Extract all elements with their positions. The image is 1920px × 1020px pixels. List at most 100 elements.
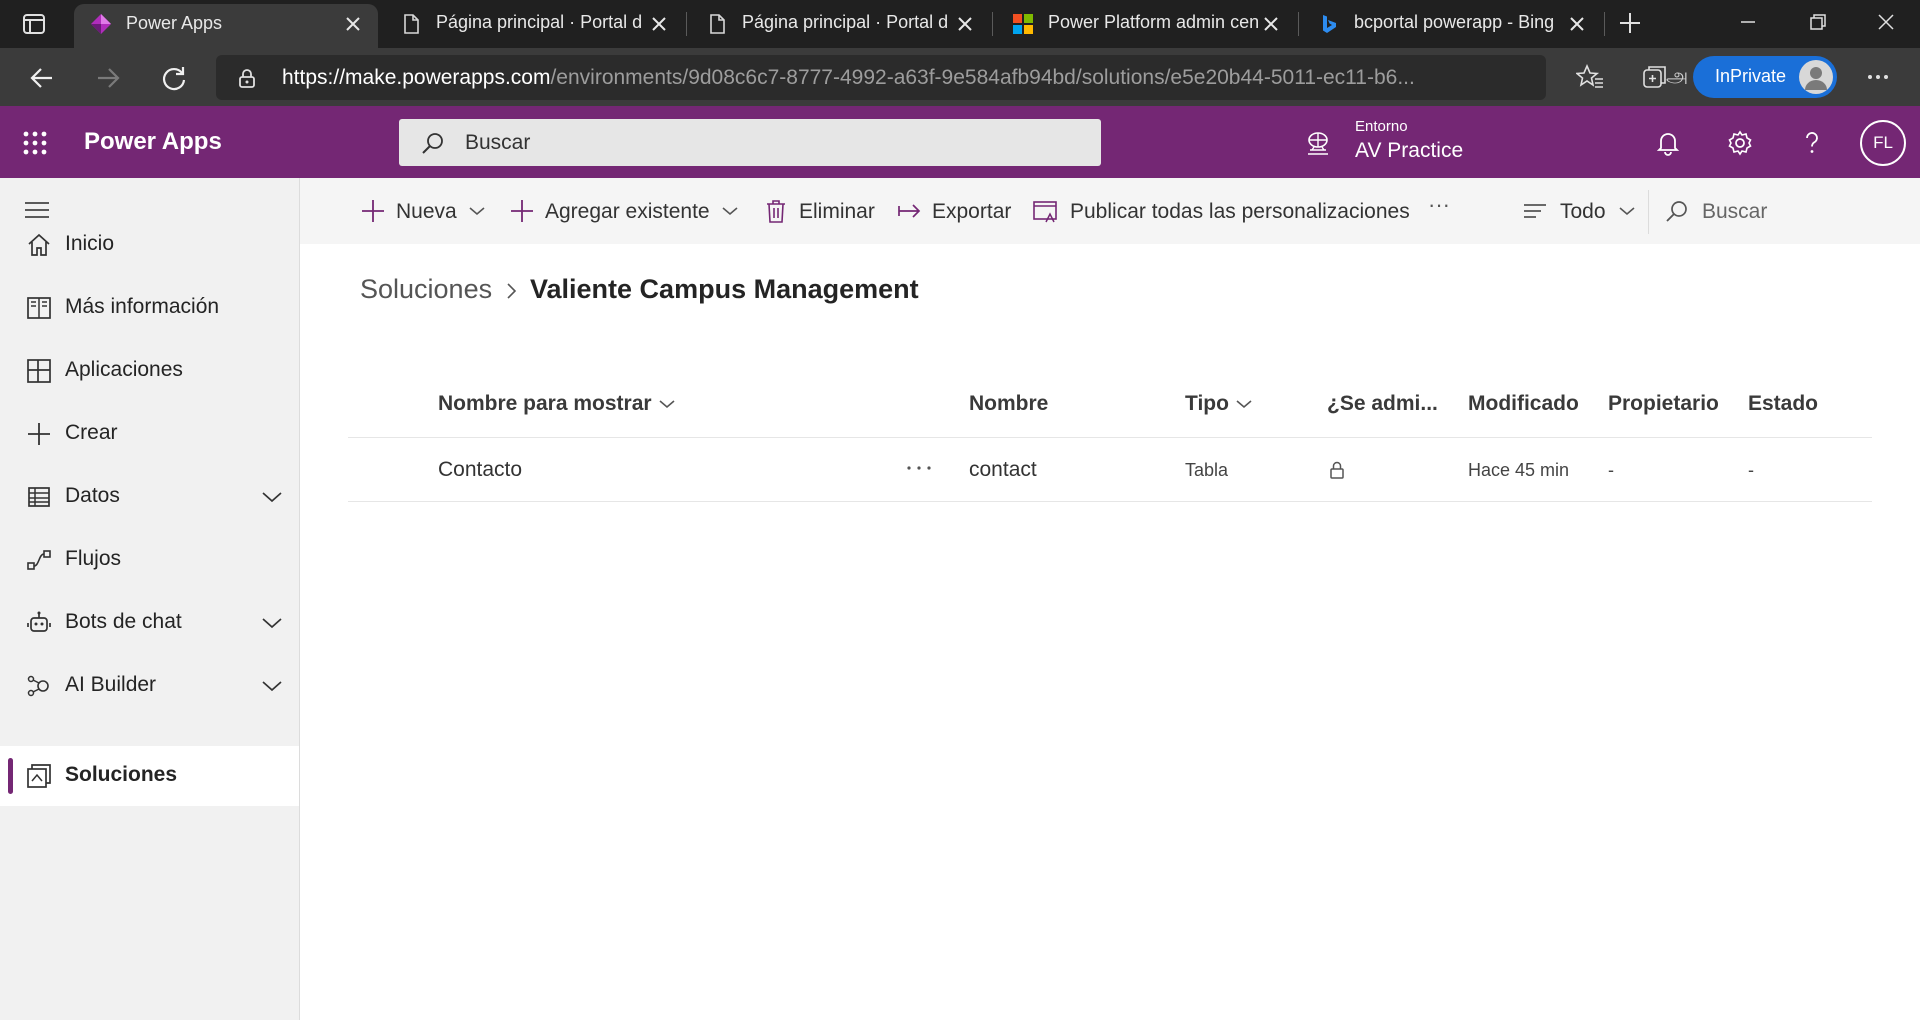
sidebar-item-inicio[interactable]: Inicio (0, 215, 299, 275)
environment-icon[interactable] (1305, 130, 1331, 156)
publish-all-button[interactable]: Publicar todas las personalizaciones (1032, 198, 1412, 228)
inprivate-button[interactable]: InPrivate (1693, 56, 1837, 98)
export-button[interactable]: Exportar (896, 198, 1026, 228)
browser-tab-admin-center[interactable]: Power Platform admin cen (996, 0, 1296, 48)
filter-all-dropdown[interactable]: Todo (1522, 198, 1640, 228)
close-window-icon[interactable] (1874, 10, 1898, 34)
chevron-down-icon[interactable] (261, 613, 283, 633)
close-tab-icon[interactable] (1568, 15, 1586, 33)
sidebar-item-label: AI Builder (65, 673, 157, 696)
flow-icon (27, 550, 51, 570)
home-icon (28, 233, 50, 256)
add-existing-label: Agregar existente (545, 200, 710, 223)
chevron-down-icon[interactable] (261, 487, 283, 507)
chevron-down-icon (1619, 207, 1635, 216)
publish-all-label: Publicar todas las personalizaciones (1070, 200, 1410, 223)
delete-button[interactable]: Eliminar (763, 198, 877, 228)
microsoft-logo-icon (1013, 14, 1033, 34)
minimize-icon[interactable] (1736, 10, 1760, 34)
chevron-down-icon (469, 207, 485, 216)
collections-icon[interactable] (1641, 63, 1669, 91)
restore-icon[interactable] (1806, 10, 1830, 34)
tab-divider (1298, 12, 1299, 36)
sidebar-item-label: Soluciones (65, 763, 178, 786)
environment-label: Entorno (1355, 118, 1408, 135)
page-icon (404, 14, 419, 34)
close-tab-icon[interactable] (344, 15, 362, 33)
url-prefix: https:// (282, 66, 346, 89)
row-more-options-icon[interactable] (904, 458, 934, 478)
close-tab-icon[interactable] (956, 15, 974, 33)
page-title: Valiente Campus Management (530, 274, 919, 304)
column-header-type[interactable]: Tipo (1185, 392, 1253, 416)
browser-tab-bing[interactable]: bcportal powerapp - Bing (1302, 0, 1602, 48)
browser-tab-power-apps[interactable]: Power Apps (74, 4, 378, 48)
back-icon[interactable] (28, 64, 56, 92)
user-avatar[interactable]: FL (1860, 120, 1906, 166)
sidebar-item-ai-builder[interactable]: AI Builder (0, 656, 299, 716)
search-placeholder: Buscar (465, 131, 531, 154)
cell-name: contact (969, 458, 1037, 481)
environment-name[interactable]: AV Practice (1355, 139, 1463, 163)
chevron-down-icon (1236, 400, 1252, 409)
add-existing-button[interactable]: Agregar existente (509, 198, 741, 228)
sidebar-item-label: Datos (65, 484, 120, 507)
settings-gear-icon[interactable] (1726, 129, 1754, 157)
trash-icon (767, 200, 785, 223)
sidebar-item-flujos[interactable]: Flujos (0, 530, 299, 590)
column-header-status[interactable]: Estado (1748, 392, 1818, 416)
tab-divider (1604, 12, 1605, 36)
managed-lock-icon (1330, 461, 1344, 479)
column-header-name[interactable]: Nombre (969, 392, 1048, 416)
column-header-owner[interactable]: Propietario (1608, 392, 1719, 416)
forward-icon[interactable] (94, 64, 122, 92)
read-aloud-icon[interactable]: அ (1666, 65, 1692, 91)
tab-divider (686, 12, 687, 36)
tab-title: Página principal · Portal d (742, 12, 949, 32)
notifications-bell-icon[interactable] (1654, 129, 1682, 157)
chevron-down-icon[interactable] (261, 676, 283, 696)
export-label: Exportar (932, 200, 1012, 223)
close-tab-icon[interactable] (650, 15, 668, 33)
table-icon (28, 487, 50, 507)
export-arrow-icon (898, 204, 921, 218)
delete-label: Eliminar (799, 200, 875, 223)
column-header-modified[interactable]: Modificado (1468, 392, 1579, 416)
close-tab-icon[interactable] (1262, 15, 1280, 33)
app-header: Power Apps Buscar Entorno AV Practice FL (0, 106, 1920, 178)
column-header-managed[interactable]: ¿Se admi... (1327, 392, 1438, 416)
more-commands-button[interactable]: ··· (1428, 192, 1460, 222)
help-question-icon[interactable] (1798, 129, 1826, 157)
favorites-icon[interactable] (1576, 63, 1604, 91)
global-search-input[interactable]: Buscar (399, 119, 1101, 166)
grid-search-input[interactable]: Buscar (1664, 198, 1804, 228)
cell-display-name[interactable]: Contacto (438, 458, 522, 482)
url-text[interactable]: https://make.powerapps.com/environments/… (282, 66, 1422, 90)
inprivate-label: InPrivate (1715, 66, 1787, 86)
browser-tab-portal-2[interactable]: Página principal · Portal d (690, 0, 990, 48)
command-bar: Nueva Agregar existente Eliminar Exporta… (300, 178, 1920, 244)
column-header-display-name[interactable]: Nombre para mostrar (438, 392, 676, 416)
sidebar-item-crear[interactable]: Crear (0, 404, 299, 464)
filter-label: Todo (1560, 200, 1606, 223)
lock-icon[interactable] (236, 67, 258, 89)
table-row[interactable]: Contacto contact Tabla Hace 45 min - - (348, 438, 1872, 502)
breadcrumb-solutions-link[interactable]: Soluciones (360, 274, 492, 305)
app-launcher-icon[interactable] (22, 130, 48, 156)
new-tab-icon[interactable] (1617, 10, 1643, 36)
bing-logo-icon (1323, 15, 1336, 33)
sidebar-item-bots-de-chat[interactable]: Bots de chat (0, 593, 299, 653)
more-menu-icon[interactable] (1864, 63, 1892, 91)
address-bar[interactable]: https://make.powerapps.com/environments/… (216, 55, 1746, 100)
browser-tab-portal-1[interactable]: Página principal · Portal d (384, 0, 684, 48)
app-title[interactable]: Power Apps (84, 128, 222, 156)
sidebar-item-mas-informacion[interactable]: Más información (0, 278, 299, 338)
new-button[interactable]: Nueva (360, 198, 486, 228)
sidebar-item-soluciones[interactable]: Soluciones (0, 746, 299, 806)
tab-actions-icon[interactable] (22, 12, 46, 36)
refresh-icon[interactable] (160, 64, 188, 92)
sidebar-item-datos[interactable]: Datos (0, 467, 299, 527)
sidebar-item-aplicaciones[interactable]: Aplicaciones (0, 341, 299, 401)
tab-title: Power Platform admin cen (1048, 12, 1258, 32)
search-icon (1666, 201, 1687, 222)
